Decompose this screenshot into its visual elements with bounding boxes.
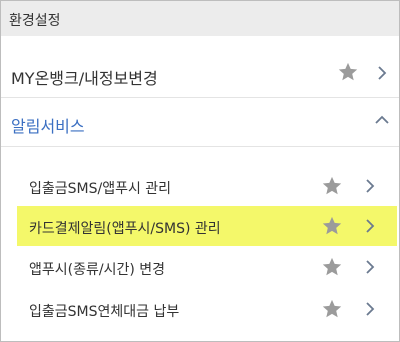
chevron-right-icon[interactable] — [377, 66, 387, 80]
section-label-alert-service: 알림서비스 — [11, 117, 85, 136]
sub-menu-label: 앱푸시(종류/시간) 변경 — [29, 262, 166, 278]
settings-screen: 환경설정 MY온뱅크/내정보변경 알림서비스 입출금SMS/앱푸시 관리 카드결… — [0, 0, 400, 342]
section-row-alert-service[interactable]: 알림서비스 — [1, 99, 399, 145]
header-bar: 환경설정 — [1, 1, 399, 36]
chevron-right-icon[interactable] — [365, 179, 375, 193]
chevron-up-icon[interactable] — [375, 115, 389, 125]
chevron-right-icon[interactable] — [365, 260, 375, 274]
star-icon[interactable] — [321, 215, 343, 237]
menu-label-my-account: MY온뱅크/내정보변경 — [11, 69, 158, 88]
menu-row-my-account[interactable]: MY온뱅크/내정보변경 — [1, 51, 399, 97]
star-icon[interactable] — [321, 256, 343, 278]
sub-menu-label: 카드결제알림(앱푸시/SMS) 관리 — [29, 221, 221, 237]
sub-menu-row-card-payment-alert[interactable]: 카드결제알림(앱푸시/SMS) 관리 — [1, 203, 399, 249]
sub-menu-row-sms-overdue-payment[interactable]: 입출금SMS연체대금 납부 — [1, 286, 399, 332]
sub-menu-label: 입출금SMS/앱푸시 관리 — [29, 181, 172, 197]
divider — [1, 97, 399, 98]
sub-menu-row-push-settings[interactable]: 앱푸시(종류/시간) 변경 — [1, 244, 399, 290]
chevron-right-icon[interactable] — [365, 219, 375, 233]
sub-menu-label: 입출금SMS연체대금 납부 — [29, 304, 180, 320]
star-icon[interactable] — [321, 175, 343, 197]
divider — [1, 146, 399, 147]
star-icon[interactable] — [321, 298, 343, 320]
page-title: 환경설정 — [9, 13, 61, 29]
chevron-right-icon[interactable] — [365, 302, 375, 316]
star-icon[interactable] — [337, 61, 359, 83]
